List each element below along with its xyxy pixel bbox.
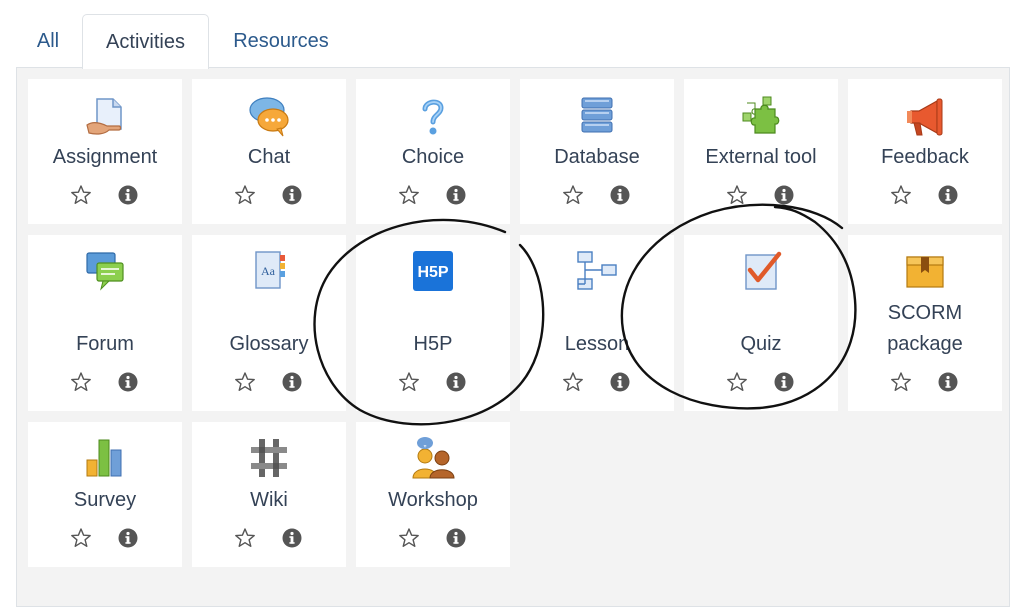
activity-card-choice[interactable]: Choice (356, 79, 510, 224)
info-icon[interactable] (445, 184, 467, 206)
info-icon[interactable] (117, 371, 139, 393)
star-icon[interactable] (398, 371, 420, 393)
tab-activities[interactable]: Activities (82, 14, 209, 69)
megaphone-icon (907, 98, 943, 136)
info-icon[interactable] (773, 184, 795, 206)
activities-panel: Assignment Chat Choice Database External… (16, 67, 1010, 607)
svg-text:H5P: H5P (417, 264, 448, 281)
activity-card-survey[interactable]: Survey (28, 422, 182, 567)
activity-card-feedback[interactable]: Feedback (848, 79, 1002, 224)
star-icon[interactable] (70, 184, 92, 206)
info-icon[interactable] (773, 371, 795, 393)
svg-text:„: „ (424, 438, 427, 448)
activity-card-wiki[interactable]: Wiki (192, 422, 346, 567)
activity-card-h5p[interactable]: H5P H5P (356, 235, 510, 411)
database-icon (581, 97, 613, 133)
activity-card-database[interactable]: Database (520, 79, 674, 224)
activity-card-forum[interactable]: Forum (28, 235, 182, 411)
activity-label: Lesson (564, 333, 630, 355)
assignment-icon (86, 98, 122, 135)
info-icon[interactable] (281, 184, 303, 206)
activity-label-line2: package (887, 333, 963, 355)
h5p-icon: H5P (413, 251, 453, 291)
glossary-icon: Aa (255, 251, 285, 289)
activity-label: Forum (76, 333, 134, 355)
info-icon[interactable] (281, 527, 303, 549)
star-icon[interactable] (890, 371, 912, 393)
star-icon[interactable] (726, 371, 748, 393)
info-icon[interactable] (609, 184, 631, 206)
quiz-icon (745, 251, 782, 290)
star-icon[interactable] (398, 527, 420, 549)
info-icon[interactable] (609, 371, 631, 393)
activity-label: Feedback (881, 146, 969, 168)
workshop-icon: „ (412, 437, 455, 479)
lesson-icon (577, 251, 617, 290)
activity-label: H5P (413, 333, 453, 355)
activity-card-external-tool[interactable]: External tool (684, 79, 838, 224)
wiki-icon (251, 439, 287, 477)
activity-card-glossary[interactable]: Aa Glossary (192, 235, 346, 411)
star-icon[interactable] (398, 184, 420, 206)
question-icon (422, 99, 444, 135)
activity-label: Assignment (52, 146, 158, 168)
info-icon[interactable] (937, 184, 959, 206)
info-icon[interactable] (445, 371, 467, 393)
activity-label: Database (554, 146, 640, 168)
forum-icon (86, 252, 124, 291)
star-icon[interactable] (562, 184, 584, 206)
activity-label: Glossary (229, 333, 309, 355)
activity-label: Survey (73, 489, 137, 511)
activity-label: Quiz (740, 333, 782, 355)
star-icon[interactable] (70, 527, 92, 549)
svg-text:Aa: Aa (261, 264, 276, 278)
activity-label: Workshop (388, 489, 478, 511)
star-icon[interactable] (234, 371, 256, 393)
puzzle-icon (742, 96, 780, 134)
activity-label-line1: SCORM (887, 302, 963, 324)
activity-label: Choice (401, 146, 465, 168)
star-icon[interactable] (890, 184, 912, 206)
info-icon[interactable] (445, 527, 467, 549)
star-icon[interactable] (562, 371, 584, 393)
star-icon[interactable] (234, 527, 256, 549)
activity-card-scorm-package[interactable]: SCORM package (848, 235, 1002, 411)
star-icon[interactable] (234, 184, 256, 206)
chat-icon (249, 97, 289, 137)
star-icon[interactable] (726, 184, 748, 206)
tab-resources[interactable]: Resources (216, 14, 346, 68)
star-icon[interactable] (70, 371, 92, 393)
bar-chart-icon (86, 439, 122, 477)
info-icon[interactable] (117, 184, 139, 206)
activity-label: Wiki (250, 489, 288, 511)
activity-card-assignment[interactable]: Assignment (28, 79, 182, 224)
activity-card-workshop[interactable]: „ Workshop (356, 422, 510, 567)
activity-card-quiz[interactable]: Quiz (684, 235, 838, 411)
info-icon[interactable] (117, 527, 139, 549)
activity-type-tabs: All Activities Resources (16, 0, 1010, 69)
activity-label: Chat (247, 146, 291, 168)
activity-card-lesson[interactable]: Lesson (520, 235, 674, 411)
activity-label: External tool (705, 146, 817, 168)
activity-card-chat[interactable]: Chat (192, 79, 346, 224)
info-icon[interactable] (281, 371, 303, 393)
package-icon (906, 256, 944, 288)
tab-all[interactable]: All (16, 14, 80, 68)
info-icon[interactable] (937, 371, 959, 393)
